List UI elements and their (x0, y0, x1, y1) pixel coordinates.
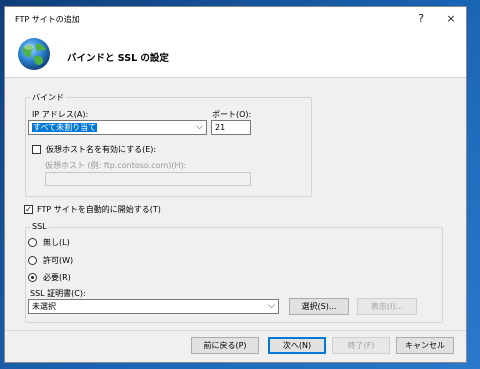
ip-address-value: すべて未割り当て (32, 123, 98, 132)
autostart-label: FTP サイトを自動的に開始する(T) (37, 205, 161, 214)
globe-icon (18, 38, 50, 70)
title-bar: FTP サイトの追加 ? × (5, 7, 466, 31)
ssl-none-label: 無し(L) (43, 238, 70, 247)
autostart-checkbox[interactable]: ✓ (24, 205, 33, 214)
close-button[interactable]: × (440, 10, 462, 28)
ip-address-label: IP アドレス(A): (32, 110, 89, 119)
ssl-group-label: SSL (30, 222, 49, 231)
finish-button[interactable]: 終了(F) (332, 337, 390, 354)
virtual-host-input[interactable] (45, 172, 251, 186)
footer-separator (5, 330, 466, 331)
previous-button[interactable]: 前に戻る(P) (191, 337, 259, 354)
ssl-require-label: 必要(R) (43, 273, 71, 282)
help-button[interactable]: ? (410, 10, 432, 28)
ssl-none-radio[interactable] (28, 238, 37, 247)
ssl-allow-label: 許可(W) (43, 256, 74, 265)
select-certificate-button[interactable]: 選択(S)... (289, 298, 349, 315)
page-title: バインドと SSL の設定 (67, 53, 169, 64)
cancel-button[interactable]: キャンセル (396, 337, 454, 354)
port-input[interactable]: 21 (211, 120, 251, 135)
chevron-down-icon: ⌵ (196, 122, 203, 132)
radio-selected-dot (31, 276, 34, 279)
virtual-host-checkbox[interactable] (32, 145, 41, 154)
virtual-host-checkbox-label: 仮想ホスト名を有効にする(E): (46, 145, 157, 154)
ssl-require-radio[interactable] (28, 273, 37, 282)
binding-group-label: バインド (30, 92, 66, 103)
ssl-allow-radio[interactable] (28, 256, 37, 265)
virtual-host-label: 仮想ホスト (例: ftp.contoso.com)(H): (45, 161, 187, 170)
ssl-certificate-label: SSL 証明書(C): (30, 289, 86, 298)
chevron-down-icon: ⌵ (268, 301, 275, 311)
add-ftp-site-dialog: FTP サイトの追加 ? × バインドと SSL の設定 バインド IP アドレ… (4, 6, 467, 363)
window-title: FTP サイトの追加 (15, 15, 80, 24)
wizard-header: バインドと SSL の設定 (5, 31, 466, 78)
port-label: ポート(O): (212, 110, 252, 119)
ip-address-dropdown[interactable]: すべて未割り当て ⌵ (28, 120, 207, 135)
view-certificate-button[interactable]: 表示(I)... (357, 298, 417, 315)
next-button[interactable]: 次へ(N) (268, 337, 326, 354)
ssl-certificate-dropdown[interactable]: 未選択 ⌵ (28, 299, 279, 314)
ssl-certificate-value: 未選択 (32, 302, 56, 311)
